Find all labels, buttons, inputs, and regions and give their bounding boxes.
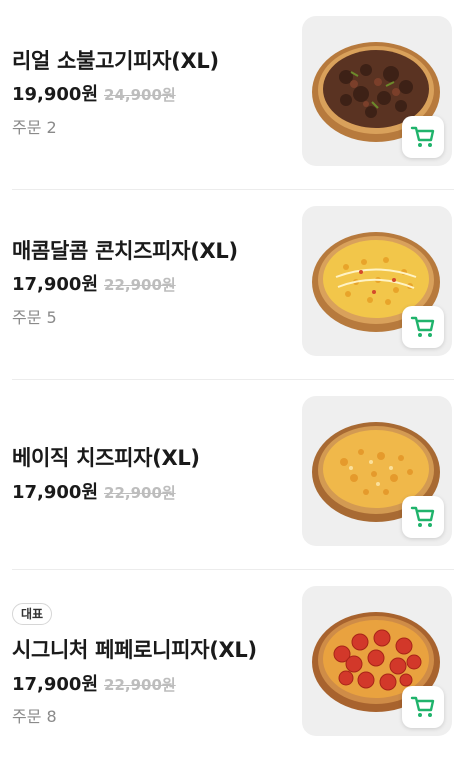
order-count: 주문 8 — [12, 707, 57, 726]
price-row: 19,900원 24,900원 — [12, 80, 176, 106]
add-to-cart-button[interactable] — [402, 686, 444, 728]
menu-item-info: 베이직 치즈피자(XL) 17,900원 22,900원 — [12, 380, 292, 570]
cart-icon — [410, 126, 435, 147]
price-row: 17,900원 22,900원 — [12, 478, 176, 504]
menu-item[interactable]: 대표 시그니처 페페로니피자(XL) 17,900원 22,900원 주문 8 — [12, 570, 454, 760]
cart-icon — [410, 506, 435, 527]
original-price: 22,900원 — [104, 484, 176, 502]
cart-icon — [410, 696, 435, 717]
sale-price: 17,900원 — [12, 274, 99, 295]
menu-item[interactable]: 리얼 소불고기피자(XL) 19,900원 24,900원 주문 2 — [12, 0, 454, 190]
original-price: 22,900원 — [104, 276, 176, 294]
price-row: 17,900원 22,900원 — [12, 670, 176, 696]
price-row: 17,900원 22,900원 — [12, 270, 176, 296]
menu-item-name: 베이직 치즈피자(XL) — [12, 446, 200, 470]
sale-price: 17,900원 — [12, 674, 99, 695]
add-to-cart-button[interactable] — [402, 496, 444, 538]
add-to-cart-button[interactable] — [402, 116, 444, 158]
order-count: 주문 5 — [12, 308, 57, 327]
cart-icon — [410, 316, 435, 337]
menu-item-name: 시그니처 페페로니피자(XL) — [12, 638, 257, 662]
original-price: 24,900원 — [104, 86, 176, 104]
menu-item-image[interactable] — [302, 206, 452, 356]
menu-item-name: 매콤달콤 콘치즈피자(XL) — [12, 239, 238, 263]
menu-item-info: 매콤달콤 콘치즈피자(XL) 17,900원 22,900원 주문 5 — [12, 190, 292, 380]
menu-item-image[interactable] — [302, 396, 452, 546]
original-price: 22,900원 — [104, 676, 176, 694]
menu-item[interactable]: 베이직 치즈피자(XL) 17,900원 22,900원 — [12, 380, 454, 570]
order-count: 주문 2 — [12, 118, 57, 137]
add-to-cart-button[interactable] — [402, 306, 444, 348]
menu-item[interactable]: 매콤달콤 콘치즈피자(XL) 17,900원 22,900원 주문 5 — [12, 190, 454, 380]
menu-item-info: 대표 시그니처 페페로니피자(XL) 17,900원 22,900원 주문 8 — [12, 570, 292, 760]
menu-item-name: 리얼 소불고기피자(XL) — [12, 49, 219, 73]
menu-list: 리얼 소불고기피자(XL) 19,900원 24,900원 주문 2 매콤달콤 … — [0, 0, 466, 760]
sale-price: 19,900원 — [12, 84, 99, 105]
menu-item-image[interactable] — [302, 586, 452, 736]
sale-price: 17,900원 — [12, 482, 99, 503]
menu-item-info: 리얼 소불고기피자(XL) 19,900원 24,900원 주문 2 — [12, 0, 292, 190]
menu-item-image[interactable] — [302, 16, 452, 166]
signature-badge: 대표 — [12, 603, 53, 625]
